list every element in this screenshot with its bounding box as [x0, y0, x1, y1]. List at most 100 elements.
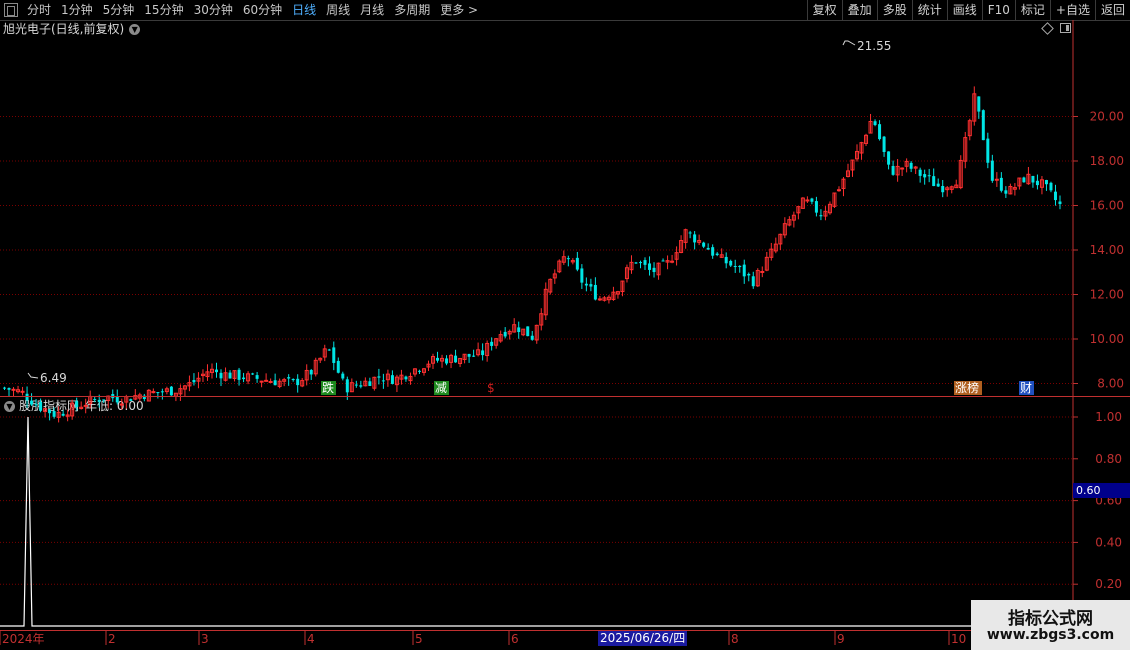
candle-body	[918, 169, 922, 176]
candle-body	[268, 381, 273, 384]
candle-body	[336, 360, 340, 373]
candle-body	[129, 399, 133, 401]
candle-body	[923, 174, 927, 178]
candle-body	[242, 377, 246, 380]
candle-body	[255, 375, 259, 379]
candle-body	[688, 232, 692, 234]
chart-labels: 21.55 6.49 跌 减 $ 涨榜 财	[27, 39, 1034, 395]
indicator-plot	[0, 416, 1073, 627]
candle-body	[119, 403, 124, 406]
candle-body	[93, 399, 97, 401]
candle-body	[639, 262, 642, 264]
candle-body	[747, 273, 751, 276]
candle-body	[445, 358, 449, 364]
candle-body	[75, 401, 79, 408]
date-label: 2	[108, 632, 116, 646]
indicator-tick-label: 0.80	[1095, 452, 1122, 466]
candle-body	[3, 387, 6, 389]
event-marker: 减	[435, 381, 447, 395]
candle-body	[566, 258, 570, 260]
candle-body	[715, 253, 719, 256]
candle-body	[990, 160, 994, 181]
candle-body	[1044, 180, 1048, 185]
watermark: 指标公式网 www.zbgs3.com	[971, 600, 1130, 650]
candle-body	[237, 369, 241, 380]
indicator-tick-label: 0.40	[1095, 535, 1122, 549]
indicator-tick-label: 0.20	[1095, 577, 1122, 591]
candle-body	[454, 355, 458, 363]
candle-body	[20, 390, 25, 393]
candle-body	[404, 376, 408, 380]
candle-body	[724, 256, 728, 264]
date-label: 5	[415, 632, 423, 646]
candle-body	[192, 380, 196, 383]
candle-body	[986, 138, 990, 163]
candle-body	[999, 177, 1003, 191]
candle-body	[83, 404, 88, 407]
candle-body	[359, 385, 363, 387]
candle-body	[891, 165, 895, 175]
candle-body	[900, 167, 905, 170]
candle-body	[517, 327, 521, 333]
kline-chart[interactable]: 20.00 18.00 16.00 14.00 12.00 10.00 8.00 1.00 0.…	[0, 0, 1130, 650]
candle-body	[156, 392, 160, 394]
candle-body	[160, 391, 164, 393]
candle-body	[597, 298, 602, 301]
candle-body	[11, 388, 16, 391]
grid-lines	[0, 116, 1073, 585]
candle-body	[296, 378, 300, 386]
candle-body	[981, 110, 985, 141]
candle-body	[1035, 180, 1039, 186]
low-price-label: 6.49	[40, 371, 67, 385]
candle-body	[291, 379, 295, 381]
candle-body	[354, 384, 358, 386]
candle-body	[593, 284, 597, 300]
candle-body	[30, 400, 34, 405]
candle-body	[873, 121, 877, 126]
candle-body	[909, 162, 913, 169]
candle-body	[1053, 191, 1057, 201]
candle-body	[264, 379, 269, 382]
price-tick-label: 18.00	[1090, 154, 1124, 168]
event-marker: 涨榜	[955, 380, 979, 395]
candle-body	[251, 373, 255, 375]
candle-body	[878, 124, 882, 140]
candle-body	[503, 331, 507, 337]
candle-body	[977, 96, 981, 112]
candle-body	[467, 353, 471, 357]
candle-body	[810, 198, 814, 202]
date-label: 8	[731, 632, 739, 646]
candle-body	[751, 276, 755, 287]
indicator-tick-label: 1.00	[1095, 410, 1122, 424]
candle-body	[1004, 190, 1008, 194]
low-marker-arrow	[27, 372, 39, 379]
candle-body	[52, 411, 56, 417]
event-marker: 跌	[322, 380, 334, 395]
candle-body	[941, 186, 945, 193]
candle-body	[377, 376, 381, 378]
candle-body	[936, 183, 940, 187]
candle-body	[309, 369, 313, 375]
candle-body	[390, 375, 394, 384]
candle-body	[932, 176, 936, 187]
candle-body	[7, 388, 11, 390]
candle-body	[994, 178, 999, 181]
date-label: 10	[951, 632, 966, 646]
watermark-url: www.zbgs3.com	[986, 627, 1115, 643]
candle-body	[706, 247, 710, 250]
candle-body	[169, 386, 173, 396]
candle-body	[381, 380, 385, 382]
candle-body	[490, 341, 494, 346]
event-marker: 财	[1020, 381, 1032, 395]
candle-body	[1049, 182, 1053, 191]
axes: 20.00 18.00 16.00 14.00 12.00 10.00 8.00 1.00 0.…	[0, 20, 1130, 646]
candle-body	[711, 247, 715, 256]
candle-body	[436, 357, 440, 361]
candle-body	[805, 199, 810, 202]
candle-body	[97, 399, 101, 402]
candle-body	[530, 335, 534, 340]
candle-body	[259, 380, 264, 383]
cursor-date-tag: 2025/06/26/四	[598, 631, 688, 646]
price-tick-label: 8.00	[1097, 377, 1124, 391]
watermark-title: 指标公式网	[1008, 609, 1093, 629]
